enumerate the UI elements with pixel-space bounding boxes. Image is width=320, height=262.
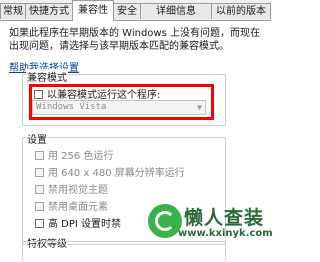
setting-256-colors[interactable]: 用 256 色运行	[35, 150, 113, 163]
setting-disable-visual-themes-checkbox[interactable]	[35, 185, 44, 194]
setting-high-dpi-label: 高 DPI 设置时禁	[48, 219, 122, 230]
setting-high-dpi[interactable]: 高 DPI 设置时禁	[35, 218, 121, 231]
compat-mode-group-label: 兼容模式	[26, 69, 68, 84]
tab-bar: 常规 快捷方式 兼容性 安全 详细信息 以前的版本	[0, 0, 271, 21]
setting-disable-desktop-composition[interactable]: 禁用桌面元素	[35, 201, 108, 214]
setting-256-colors-checkbox[interactable]	[35, 151, 44, 160]
setting-disable-desktop-composition-label: 禁用桌面元素	[48, 202, 108, 213]
tab-compatibility[interactable]: 兼容性	[72, 0, 114, 21]
intro-text: 如果此程序在早期版本的 Windows 上没有问题，而现在出现问题，请选择与该早…	[9, 28, 260, 52]
setting-disable-desktop-composition-checkbox[interactable]	[35, 202, 44, 211]
tab-shortcut[interactable]: 快捷方式	[25, 3, 73, 19]
setting-256-colors-label: 用 256 色运行	[48, 151, 114, 162]
watermark-logo-icon	[148, 204, 182, 238]
setting-640x480-label: 用 640 x 480 屏幕分辨率运行	[48, 168, 185, 179]
settings-group-label: 设置	[26, 131, 48, 146]
setting-disable-visual-themes-label: 禁用视觉主题	[48, 185, 108, 196]
tab-details[interactable]: 详细信息	[140, 3, 212, 19]
setting-disable-visual-themes[interactable]: 禁用视觉主题	[35, 184, 108, 197]
setting-640x480-checkbox[interactable]	[35, 168, 44, 177]
watermark-text: 懒人查装	[184, 207, 265, 229]
setting-640x480[interactable]: 用 640 x 480 屏幕分辨率运行	[35, 167, 185, 180]
privilege-group	[22, 241, 226, 262]
tab-security[interactable]: 安全	[113, 3, 141, 19]
tab-previous-versions[interactable]: 以前的版本	[211, 3, 271, 19]
watermark-url: www.kxinyk.com	[178, 228, 273, 239]
tab-general[interactable]: 常规	[0, 3, 26, 19]
setting-high-dpi-checkbox[interactable]	[35, 219, 44, 228]
red-highlight-box	[29, 84, 214, 120]
